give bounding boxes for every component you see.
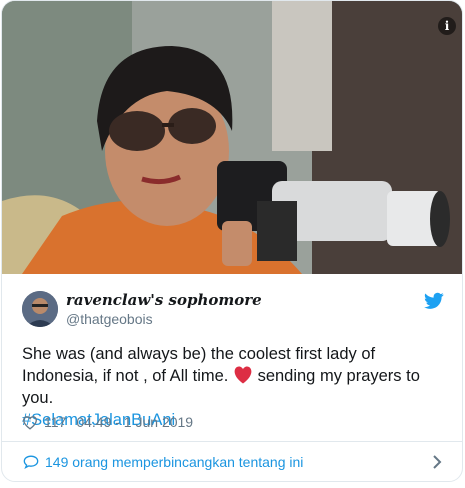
photo-illustration — [2, 1, 462, 274]
embedded-tweet-card[interactable]: i ravenclaw's sophomore @thatgeobois She… — [1, 0, 463, 482]
conversation-label[interactable]: 149 orang memperbincangkan tentang ini — [45, 454, 303, 470]
avatar[interactable] — [22, 291, 58, 327]
like-count[interactable]: 117 — [44, 414, 66, 430]
heart-like-icon[interactable] — [22, 415, 38, 430]
author-handle[interactable]: @thatgeobois — [66, 311, 153, 327]
tweet-author[interactable]: ravenclaw's sophomore @thatgeobois — [22, 289, 444, 333]
tweet-timestamp[interactable]: 04.49 - 1 Jun 2019 — [76, 414, 193, 430]
twitter-bird-icon[interactable] — [424, 292, 444, 310]
chevron-right-icon[interactable] — [432, 455, 442, 469]
tweet-meta: 117 04.49 - 1 Jun 2019 — [22, 412, 193, 432]
avatar-image — [22, 291, 58, 327]
conversation-link[interactable]: 149 orang memperbincangkan tentang ini — [2, 442, 462, 481]
red-heart-emoji — [234, 366, 252, 384]
tweet-photo[interactable]: i — [2, 1, 462, 274]
info-icon[interactable]: i — [438, 17, 456, 35]
chat-bubble-icon — [23, 454, 39, 469]
author-display-name[interactable]: ravenclaw's sophomore — [66, 291, 262, 309]
